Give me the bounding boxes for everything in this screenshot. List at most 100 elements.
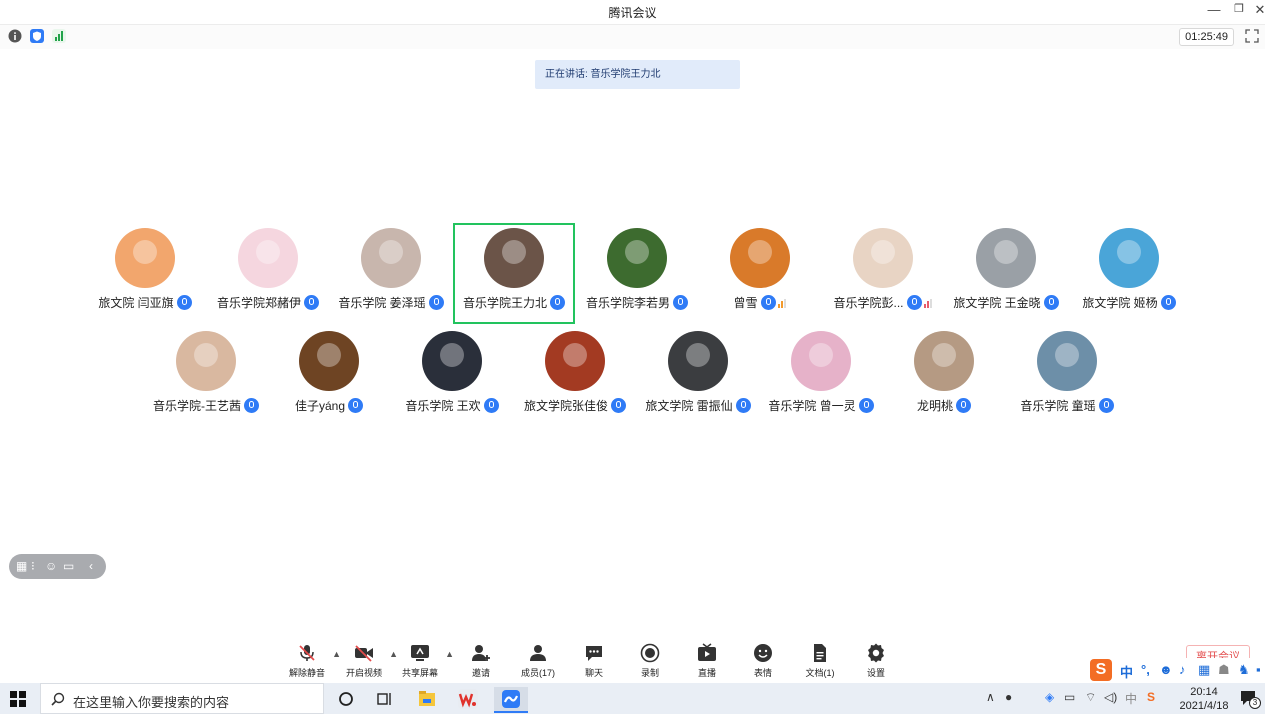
participant-name-text: 旅文学院张佳俊 [523,399,608,413]
chat-bubble-icon[interactable]: ▭ [63,559,74,573]
avatar [1037,331,1097,391]
invite-button[interactable]: 邀请 [453,643,509,681]
ime-voice-icon[interactable]: ♪ [1179,662,1186,677]
punctuation-icon[interactable]: °, [1141,662,1150,677]
emoji-label: 表情 [753,668,772,678]
avatar [545,331,605,391]
tencent-meeting-taskbar-icon[interactable] [494,687,528,713]
mic-icon [1160,295,1176,310]
clock-date: 2021/4/18 [1179,700,1229,712]
record-button[interactable]: 录制 [622,643,678,681]
avatar [853,228,913,288]
avatar [914,331,974,391]
members-button[interactable]: 成员(17) [510,643,566,681]
participant-name-text: 音乐学院 姜泽瑶 [338,296,426,310]
close-icon[interactable]: ✕ [1250,2,1265,18]
taskbar-search-box[interactable]: 在这里输入你要搜索的内容 [40,683,324,714]
live-button[interactable]: 直播 [679,643,735,681]
meeting-timer: 01:25:49 [1179,28,1234,46]
record-label: 录制 [640,668,659,678]
avatar [238,228,298,288]
participant-name-text: 旅文院 闫亚旗 [98,296,174,310]
ime-user-icon[interactable]: ☗ [1218,662,1230,678]
task-view-icon[interactable] [369,687,401,711]
window-title: 腾讯会议 [608,6,657,20]
volume-icon[interactable]: ◁) [1104,690,1117,704]
layout-list-icon[interactable]: ⁝ [31,559,35,573]
participant-name-text: 旅文学院 雷振仙 [645,399,733,413]
ime-keyboard-icon[interactable]: ▦ [1198,662,1210,678]
windows-taskbar: 在这里输入你要搜索的内容 ∧ ● ◈ ▭ ⌔ ◁) 中 S 20:14 2021… [0,683,1265,714]
mic-icon [1098,398,1114,413]
collapse-icon[interactable]: ‹ [89,559,93,573]
tray-mic-icon[interactable]: ● [1005,690,1012,704]
avatar [361,228,421,288]
chat-button[interactable]: 聊天 [566,643,622,681]
ime-toolbar: S 中 °, ☻ ♪ ▦ ☗ ♞ ▪ [1088,658,1265,683]
share-screen-button[interactable]: 共享屏幕 ▲ [392,643,454,681]
ime-lang-indicator[interactable]: 中 [1120,662,1133,681]
camera-off-icon [355,645,373,662]
signal-icon[interactable] [52,29,66,43]
avatar [176,331,236,391]
avatar [607,228,667,288]
chat-label: 聊天 [584,668,603,678]
avatar [1099,228,1159,288]
notification-icon[interactable]: 3 [1240,689,1261,709]
reaction-icon[interactable]: ☺ [45,559,57,573]
fullscreen-icon[interactable] [1245,29,1259,43]
chat-icon [586,646,602,661]
record-icon [640,643,660,663]
tray-lang-indicator[interactable]: 中 [1125,690,1137,707]
windows-start-icon[interactable] [10,691,26,707]
settings-button[interactable]: 设置 [848,643,904,681]
ime-more-icon[interactable]: ▪ [1256,662,1261,677]
audio-level-icon [777,297,787,311]
avatar [422,331,482,391]
emoji-icon [754,644,772,662]
live-icon [698,643,716,661]
mic-icon [956,398,971,413]
emoji-button[interactable]: 表情 [735,643,791,681]
add-user-icon [472,645,490,661]
start-video-button[interactable]: 开启视频 ▲ [336,643,398,681]
gear-icon [868,643,884,663]
sogou-logo-icon[interactable]: S [1090,659,1112,681]
participant-name: 旅文学院 姬杨 [1038,294,1220,311]
layout-grid-icon[interactable]: ▦ [16,559,27,573]
status-bar: 01:25:49 [0,24,1265,49]
minimize-icon[interactable]: — [1204,2,1224,17]
wifi-icon[interactable]: ⌔ [1085,690,1096,705]
unmute-button[interactable]: 解除静音 ▲ [279,643,341,681]
cortana-icon[interactable] [330,687,362,711]
info-icon[interactable] [8,29,22,43]
battery-icon[interactable]: ▭ [1064,690,1075,704]
ime-skin-icon[interactable]: ♞ [1238,662,1250,678]
participant-name-text: 曾雪 [733,296,758,310]
avatar [115,228,175,288]
ime-emoji-icon[interactable]: ☻ [1159,662,1173,677]
participant-name: 音乐学院 童瑶 [976,397,1158,414]
participant-name-text: 音乐学院李若男 [585,296,670,310]
taskbar-clock[interactable]: 20:14 2021/4/18 [1172,685,1236,713]
file-explorer-icon[interactable] [411,687,443,711]
search-icon [51,692,65,706]
participant-tile[interactable]: 音乐学院 童瑶 [1006,327,1128,427]
tray-sogou-icon[interactable]: S [1147,690,1155,704]
wps-icon[interactable] [452,687,484,711]
clock-time: 20:14 [1190,686,1218,698]
document-icon [814,644,826,662]
live-label: 直播 [697,668,716,678]
participant-name-text: 龙明桃 [916,399,953,413]
avatar [299,331,359,391]
tray-expand-icon[interactable]: ∧ [986,690,995,704]
shield-icon[interactable] [30,29,44,43]
participant-tile[interactable]: 旅文学院 姬杨 [1068,224,1190,324]
tray-security-icon[interactable]: ◈ [1045,690,1054,704]
restore-icon[interactable]: ❐ [1229,2,1249,15]
docs-label: 文档(1) [805,668,835,678]
participant-name-text: 音乐学院 童瑶 [1020,399,1096,413]
mic-muted-icon [299,645,315,661]
docs-button[interactable]: 文档(1) [792,643,848,681]
avatar [668,331,728,391]
